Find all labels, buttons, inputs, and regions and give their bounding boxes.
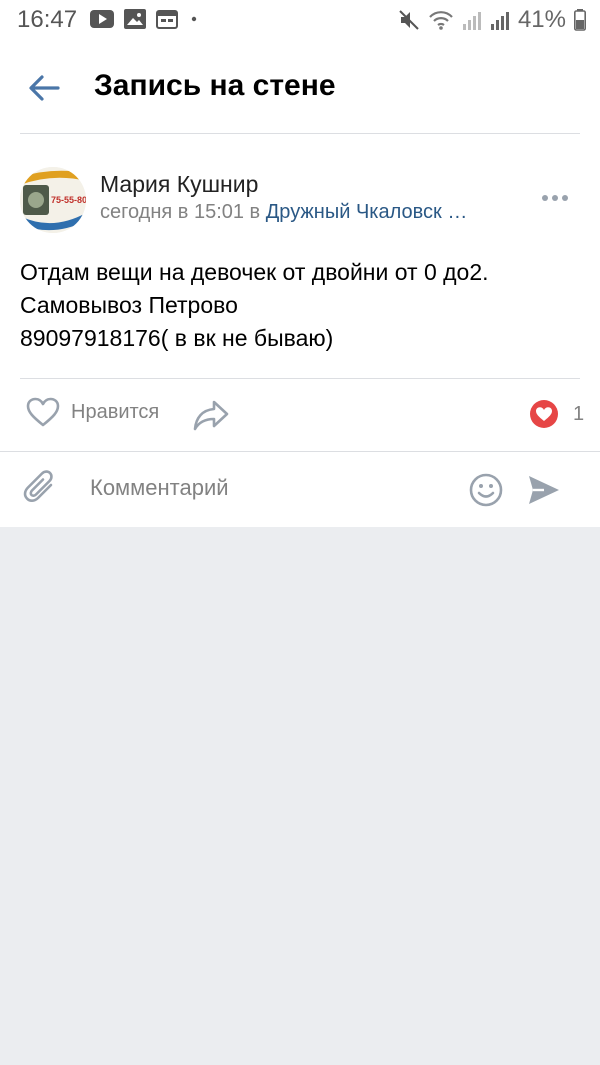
battery-percent: 41% [517,6,566,33]
post-text-line: Самовывоз Петрово [20,292,238,318]
paperclip-icon[interactable] [21,468,61,510]
calendar-icon [156,10,178,29]
send-icon[interactable] [526,472,562,508]
avatar-logo-icon: 75-55-80 [20,167,86,233]
like-label: Нравится [71,400,160,423]
post-meta: сегодня в 15:01 в Дружный Чкаловск … [100,201,467,224]
youtube-icon [90,10,114,28]
signal-icon [462,12,481,30]
post-text-line: 89097918176( в вк не бываю) [20,325,334,351]
like-button[interactable]: Нравится [25,396,159,428]
smile-icon[interactable] [468,472,504,508]
post-text: Отдам вещи на девочек от двойни от 0 до2… [20,256,580,355]
heart-outline-icon [26,397,60,427]
share-icon[interactable] [192,398,230,432]
post-text-line: Отдам вещи на девочек от двойни от 0 до2… [20,259,489,285]
battery-icon [574,9,586,31]
more-options-icon[interactable] [540,190,570,206]
page-title: Запись на стене [94,69,336,102]
wifi-icon [429,11,453,30]
section-divider [0,451,600,452]
likes-count: 1 [573,402,585,425]
author-name[interactable]: Мария Кушнир [100,171,258,198]
back-arrow-icon[interactable] [24,68,64,108]
svg-text:75-55-80: 75-55-80 [51,195,86,205]
header-divider [20,133,580,134]
signal-icon [490,12,509,30]
post-time: сегодня в 15:01 в [100,201,261,223]
gallery-icon [124,9,146,29]
likes-counter[interactable]: 1 [529,399,584,429]
status-bar: 16:47 41% [0,0,600,42]
group-link[interactable]: Дружный Чкаловск … [266,201,468,223]
notification-dot-icon [191,16,197,22]
post-divider [20,378,580,379]
comment-input[interactable] [90,470,450,506]
status-time: 16:47 [17,6,78,33]
mute-icon [399,10,419,30]
avatar[interactable]: 75-55-80 [20,167,86,233]
heart-filled-icon [530,400,558,428]
